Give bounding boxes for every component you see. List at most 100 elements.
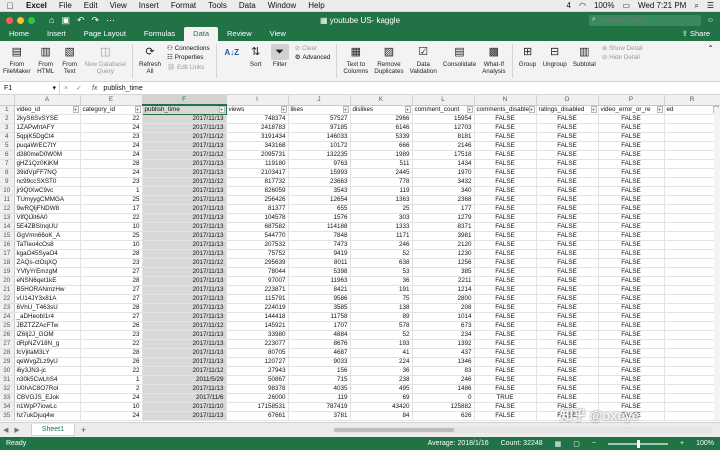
table-cell[interactable]: 2017/11/13 [142, 114, 227, 124]
remove-duplicates-button[interactable]: ▨ Remove Duplicates [374, 44, 403, 75]
table-cell[interactable]: FALSE [474, 177, 537, 187]
table-cell[interactable]: 52 [350, 330, 413, 340]
table-cell[interactable]: d380meD0W0M [14, 150, 81, 160]
tab-home[interactable]: Home [0, 27, 38, 41]
table-cell[interactable]: 626 [412, 411, 475, 421]
row-header[interactable]: 32 [0, 384, 15, 394]
table-cell[interactable]: 1970 [412, 168, 475, 178]
table-cell[interactable] [664, 240, 720, 250]
table-cell[interactable] [664, 303, 720, 313]
column-header-k[interactable]: K [350, 95, 413, 106]
table-cell[interactable]: 69 [350, 393, 413, 403]
table-cell[interactable]: 28 [80, 159, 143, 169]
tab-review[interactable]: Review [218, 27, 261, 41]
table-cell[interactable]: vU14JY3x81A [14, 294, 81, 304]
column-header-e[interactable]: E [80, 95, 143, 106]
row-header[interactable]: 20 [0, 276, 15, 286]
row-header[interactable]: 6 [0, 150, 15, 160]
table-cell[interactable]: 22 [80, 213, 143, 223]
table-cell[interactable]: 84 [350, 411, 413, 421]
table-cell[interactable]: FALSE [474, 123, 537, 133]
table-cell[interactable]: 50867 [226, 375, 289, 385]
table-cell[interactable]: FALSE [598, 231, 665, 241]
column-title-cell[interactable]: views ▾ [226, 105, 289, 115]
table-cell[interactable]: FALSE [536, 150, 599, 160]
table-cell[interactable] [664, 384, 720, 394]
table-cell[interactable]: FALSE [536, 402, 599, 412]
minimize-window-icon[interactable] [17, 16, 24, 24]
table-cell[interactable]: 826059 [226, 186, 289, 196]
table-cell[interactable]: 223871 [226, 285, 289, 295]
table-cell[interactable]: 2103417 [226, 168, 289, 178]
table-cell[interactable]: 2017/11/13 [142, 186, 227, 196]
horizontal-scroll-thumb[interactable] [334, 428, 454, 432]
row-header[interactable]: 14 [0, 222, 15, 232]
row-header[interactable]: 13 [0, 213, 15, 223]
add-sheet-button[interactable]: + [81, 425, 86, 435]
table-cell[interactable] [664, 213, 720, 223]
table-cell[interactable]: 2017/11/13 [142, 312, 227, 322]
table-cell[interactable]: GgVmn66oK_A [14, 231, 81, 241]
new-database-query-button[interactable]: ◫ New Database Query [85, 44, 126, 75]
table-cell[interactable]: 9419 [288, 249, 351, 259]
table-cell[interactable]: FALSE [474, 375, 537, 385]
table-cell[interactable]: FALSE [598, 195, 665, 205]
table-cell[interactable]: FALSE [536, 375, 599, 385]
table-cell[interactable]: 246 [412, 375, 475, 385]
table-cell[interactable] [664, 294, 720, 304]
table-cell[interactable] [664, 366, 720, 376]
table-cell[interactable] [664, 150, 720, 160]
table-cell[interactable]: 1279 [412, 213, 475, 223]
table-cell[interactable]: fcVjitaM3LY [14, 348, 81, 358]
table-cell[interactable]: 80705 [226, 348, 289, 358]
table-cell[interactable]: FALSE [598, 150, 665, 160]
table-cell[interactable]: TaTleo4cOs8 [14, 240, 81, 250]
properties-button[interactable]: ☷ Properties [167, 54, 210, 61]
table-cell[interactable]: 10 [80, 240, 143, 250]
tab-data[interactable]: Data [184, 27, 219, 41]
table-cell[interactable]: kgaO45SyaO4 [14, 249, 81, 259]
table-cell[interactable]: FALSE [474, 411, 537, 421]
table-cell[interactable] [664, 339, 720, 349]
table-cell[interactable]: 224 [350, 357, 413, 367]
table-cell[interactable]: 385 [412, 267, 475, 277]
table-cell[interactable]: 2418783 [226, 123, 289, 133]
consolidate-button[interactable]: ▤ Consolidate [443, 44, 476, 68]
row-header[interactable]: 3 [0, 123, 15, 133]
sheet-tab-sheet1[interactable]: Sheet1 [30, 424, 75, 436]
column-header-i[interactable]: I [226, 95, 289, 106]
table-cell[interactable]: FALSE [598, 294, 665, 304]
table-cell[interactable]: FALSE [536, 339, 599, 349]
filter-dropdown-icon[interactable]: ▾ [280, 105, 287, 113]
table-cell[interactable]: 2017/11/13 [142, 231, 227, 241]
sheet-nav-prev-icon[interactable]: ◀ [0, 426, 11, 434]
table-cell[interactable]: 2146 [412, 141, 475, 151]
menu-help[interactable]: Help [302, 1, 330, 10]
data-validation-button[interactable]: ☑ Data Validation [410, 44, 437, 75]
table-cell[interactable]: 9586 [288, 294, 351, 304]
table-cell[interactable]: 27 [80, 267, 143, 277]
table-cell[interactable]: 2120 [412, 240, 475, 250]
table-cell[interactable]: TRUE [474, 393, 537, 403]
table-cell[interactable]: 57527 [288, 114, 351, 124]
row-header[interactable]: 26 [0, 330, 15, 340]
table-cell[interactable]: qeWvgZLz9yU [14, 357, 81, 367]
table-cell[interactable]: FALSE [536, 276, 599, 286]
table-cell[interactable] [664, 330, 720, 340]
table-cell[interactable]: FALSE [536, 294, 599, 304]
table-cell[interactable]: FALSE [536, 411, 599, 421]
table-cell[interactable]: jr9QtXwC9vc [14, 186, 81, 196]
formula-confirm-icon[interactable]: ✓ [72, 84, 86, 92]
table-cell[interactable]: FALSE [598, 123, 665, 133]
column-header-p[interactable]: P [598, 95, 665, 106]
table-cell[interactable]: 1434 [412, 159, 475, 169]
table-cell[interactable]: 2017/11/13 [142, 141, 227, 151]
table-cell[interactable]: 655 [288, 204, 351, 214]
table-cell[interactable]: 17 [80, 204, 143, 214]
table-cell[interactable]: FALSE [536, 384, 599, 394]
table-cell[interactable]: 2017/11/13 [142, 411, 227, 421]
menu-view[interactable]: View [104, 1, 133, 10]
menu-file[interactable]: File [53, 1, 78, 10]
table-cell[interactable]: 24 [80, 411, 143, 421]
table-cell[interactable]: 10172 [288, 141, 351, 151]
